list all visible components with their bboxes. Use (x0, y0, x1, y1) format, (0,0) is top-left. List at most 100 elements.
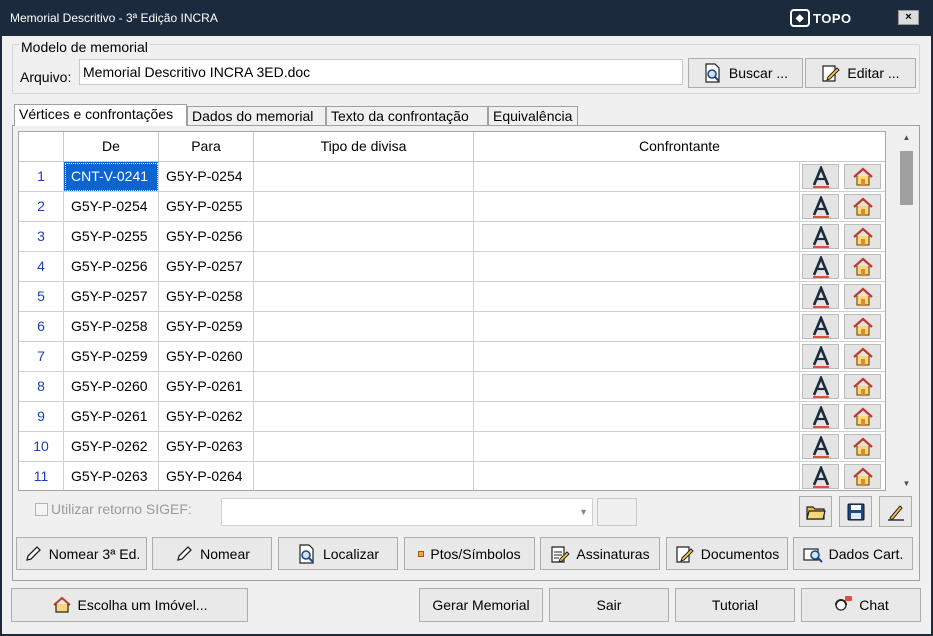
close-button[interactable]: × (898, 10, 919, 25)
row-number[interactable]: 1 (19, 162, 64, 192)
cell-tipo-divisa[interactable] (254, 162, 474, 192)
cell-tipo-divisa[interactable] (254, 372, 474, 402)
escolha-imovel-button[interactable]: Escolha um Imóvel... (11, 588, 248, 622)
cell-para[interactable]: G5Y-P-0254 (159, 162, 254, 192)
row-number[interactable]: 8 (19, 372, 64, 402)
cell-tipo-divisa[interactable] (254, 342, 474, 372)
row-number[interactable]: 5 (19, 282, 64, 312)
text-format-button[interactable] (802, 464, 839, 489)
sair-button[interactable]: Sair (549, 588, 669, 622)
row-number[interactable]: 3 (19, 222, 64, 252)
text-format-button[interactable] (802, 374, 839, 399)
text-format-button[interactable] (802, 164, 839, 189)
cell-de[interactable]: G5Y-P-0254 (64, 192, 159, 222)
cell-tipo-divisa[interactable] (254, 222, 474, 252)
cell-de[interactable]: G5Y-P-0258 (64, 312, 159, 342)
sigef-checkbox-row[interactable]: Utilizar retorno SIGEF: (35, 501, 192, 517)
property-button[interactable] (844, 164, 881, 189)
grid-vertical-scrollbar[interactable]: ▲ ▼ (898, 131, 915, 491)
gerar-memorial-button[interactable]: Gerar Memorial (419, 588, 543, 622)
table-row[interactable]: 8 G5Y-P-0260 G5Y-P-0261 (19, 372, 885, 402)
clear-button[interactable] (879, 496, 912, 527)
sigef-combo[interactable]: ▼ (221, 498, 593, 526)
table-row[interactable]: 11 G5Y-P-0263 G5Y-P-0264 (19, 462, 885, 490)
property-button[interactable] (844, 374, 881, 399)
cell-confrontante[interactable] (474, 432, 800, 462)
cell-confrontante[interactable] (474, 192, 800, 222)
cell-de[interactable]: G5Y-P-0262 (64, 432, 159, 462)
text-format-button[interactable] (802, 194, 839, 219)
cell-confrontante[interactable] (474, 462, 800, 490)
cell-de[interactable]: G5Y-P-0256 (64, 252, 159, 282)
ptos-simbolos-button[interactable]: Ptos/Símbolos (404, 537, 535, 570)
row-number[interactable]: 4 (19, 252, 64, 282)
scroll-thumb[interactable] (900, 151, 913, 205)
tab-dados-memorial[interactable]: Dados do memorial (187, 106, 326, 126)
cell-tipo-divisa[interactable] (254, 282, 474, 312)
file-input[interactable]: Memorial Descritivo INCRA 3ED.doc (79, 59, 683, 85)
text-format-button[interactable] (802, 284, 839, 309)
nomear-button[interactable]: Nomear (152, 537, 272, 570)
grid-header-confrontante[interactable]: Confrontante (474, 132, 885, 162)
cell-confrontante[interactable] (474, 402, 800, 432)
row-number[interactable]: 9 (19, 402, 64, 432)
text-format-button[interactable] (802, 344, 839, 369)
scroll-up-arrow-icon[interactable]: ▲ (898, 131, 915, 145)
cell-de[interactable]: G5Y-P-0261 (64, 402, 159, 432)
cell-para[interactable]: G5Y-P-0259 (159, 312, 254, 342)
cell-confrontante[interactable] (474, 162, 800, 192)
sigef-checkbox[interactable] (35, 502, 48, 516)
tutorial-button[interactable]: Tutorial (675, 588, 795, 622)
property-button[interactable] (844, 404, 881, 429)
table-row[interactable]: 7 G5Y-P-0259 G5Y-P-0260 (19, 342, 885, 372)
grid-header-para[interactable]: Para (159, 132, 254, 162)
cell-tipo-divisa[interactable] (254, 402, 474, 432)
cell-confrontante[interactable] (474, 342, 800, 372)
property-button[interactable] (844, 284, 881, 309)
table-row[interactable]: 6 G5Y-P-0258 G5Y-P-0259 (19, 312, 885, 342)
row-number[interactable]: 2 (19, 192, 64, 222)
cell-para[interactable]: G5Y-P-0261 (159, 372, 254, 402)
cell-para[interactable]: G5Y-P-0255 (159, 192, 254, 222)
cell-para[interactable]: G5Y-P-0262 (159, 402, 254, 432)
chat-button[interactable]: Chat (801, 588, 921, 622)
property-button[interactable] (844, 464, 881, 489)
property-button[interactable] (844, 344, 881, 369)
documentos-button[interactable]: Documentos (666, 537, 788, 570)
grid-header-de[interactable]: De (64, 132, 159, 162)
tab-vertices[interactable]: Vértices e confrontações (14, 104, 187, 126)
table-row[interactable]: 3 G5Y-P-0255 G5Y-P-0256 (19, 222, 885, 252)
cell-confrontante[interactable] (474, 312, 800, 342)
row-number[interactable]: 10 (19, 432, 64, 462)
cell-para[interactable]: G5Y-P-0264 (159, 462, 254, 490)
property-button[interactable] (844, 314, 881, 339)
cell-de[interactable]: G5Y-P-0260 (64, 372, 159, 402)
table-row[interactable]: 4 G5Y-P-0256 G5Y-P-0257 (19, 252, 885, 282)
cell-confrontante[interactable] (474, 372, 800, 402)
cell-de[interactable]: G5Y-P-0257 (64, 282, 159, 312)
nomear-3-ed-button[interactable]: Nomear 3ª Ed. (16, 537, 147, 570)
cell-para[interactable]: G5Y-P-0260 (159, 342, 254, 372)
property-button[interactable] (844, 434, 881, 459)
cell-para[interactable]: G5Y-P-0263 (159, 432, 254, 462)
property-button[interactable] (844, 254, 881, 279)
cell-tipo-divisa[interactable] (254, 432, 474, 462)
open-folder-button[interactable] (799, 496, 832, 527)
row-number[interactable]: 7 (19, 342, 64, 372)
cell-para[interactable]: G5Y-P-0258 (159, 282, 254, 312)
grid-header-tipo[interactable]: Tipo de divisa (254, 132, 474, 162)
cell-para[interactable]: G5Y-P-0257 (159, 252, 254, 282)
cell-de[interactable]: G5Y-P-0263 (64, 462, 159, 490)
text-format-button[interactable] (802, 314, 839, 339)
cell-de[interactable]: CNT-V-0241 (64, 162, 159, 192)
cell-de[interactable]: G5Y-P-0255 (64, 222, 159, 252)
text-format-button[interactable] (802, 434, 839, 459)
property-button[interactable] (844, 194, 881, 219)
cell-tipo-divisa[interactable] (254, 462, 474, 490)
cell-confrontante[interactable] (474, 282, 800, 312)
table-row[interactable]: 9 G5Y-P-0261 G5Y-P-0262 (19, 402, 885, 432)
row-number[interactable]: 6 (19, 312, 64, 342)
table-row[interactable]: 2 G5Y-P-0254 G5Y-P-0255 (19, 192, 885, 222)
vertices-grid[interactable]: De Para Tipo de divisa Confrontante 1 CNT… (18, 131, 886, 491)
tab-texto-confrontacao[interactable]: Texto da confrontação (326, 106, 488, 126)
